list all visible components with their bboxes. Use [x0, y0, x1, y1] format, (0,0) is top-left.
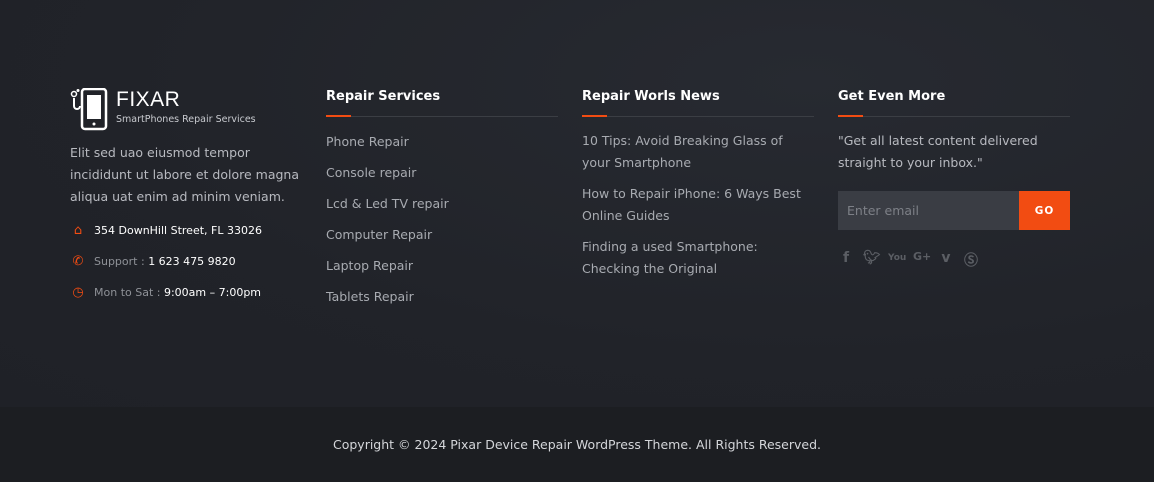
google-plus-icon[interactable]: G+: [913, 250, 931, 270]
news-link[interactable]: 10 Tips: Avoid Breaking Glass of your Sm…: [582, 130, 814, 174]
phone-repair-logo-icon: [70, 88, 108, 131]
service-link[interactable]: Tablets Repair: [326, 285, 558, 316]
news-column: Repair Worls News 10 Tips: Avoid Breakin…: [582, 88, 814, 289]
service-link[interactable]: Lcd & Led TV repair: [326, 192, 558, 223]
vimeo-icon[interactable]: v: [938, 250, 954, 270]
home-icon: ⌂: [73, 223, 83, 238]
go-button[interactable]: GO: [1019, 191, 1070, 230]
newsletter-column: Get Even More "Get all latest content de…: [838, 88, 1070, 270]
address-text: 354 DownHill Street, FL 33026: [94, 224, 262, 237]
service-link[interactable]: Computer Repair: [326, 223, 558, 254]
brand-tagline: SmartPhones Repair Services: [116, 114, 256, 125]
services-column: Repair Services Phone Repair Console rep…: [326, 88, 558, 316]
subscribe-form: GO: [838, 191, 1070, 230]
hours-label: Mon to Sat :: [94, 286, 161, 299]
address-item: ⌂ 354 DownHill Street, FL 33026: [70, 220, 305, 241]
support-number[interactable]: 1 623 475 9820: [148, 255, 235, 268]
logo[interactable]: FIXAR SmartPhones Repair Services: [70, 88, 305, 132]
service-link[interactable]: Console repair: [326, 161, 558, 192]
news-link[interactable]: Finding a used Smartphone: Checking the …: [582, 236, 814, 280]
email-input[interactable]: [838, 191, 1019, 230]
service-link[interactable]: Laptop Repair: [326, 254, 558, 285]
news-link[interactable]: How to Repair iPhone: 6 Ways Best Online…: [582, 183, 814, 227]
copyright-bar: Copyright © 2024 Pixar Device Repair Wor…: [0, 407, 1154, 482]
hours-item: ◷ Mon to Sat : 9:00am – 7:00pm: [70, 282, 305, 303]
newsletter-text: "Get all latest content delivered straig…: [838, 133, 1038, 170]
phone-icon: ✆: [72, 254, 84, 269]
hours-value: 9:00am – 7:00pm: [163, 286, 262, 299]
support-item: ✆ Support : 1 623 475 9820: [70, 251, 305, 272]
youtube-icon[interactable]: You: [888, 250, 906, 270]
footer-main: FIXAR SmartPhones Repair Services Elit s…: [0, 0, 1154, 407]
brand-name: FIXAR: [116, 88, 181, 111]
clock-icon: ◷: [72, 285, 84, 300]
twitter-icon[interactable]: 🐦︎: [863, 250, 881, 270]
facebook-icon[interactable]: f: [838, 250, 854, 270]
copyright-text: Copyright © 2024 Pixar Device Repair Wor…: [332, 437, 822, 452]
skype-icon[interactable]: Ⓢ: [963, 250, 979, 270]
newsletter-heading: Get Even More: [838, 88, 1070, 117]
about-description: Elit sed uao eiusmod tempor incididunt u…: [70, 145, 299, 204]
social-links: f 🐦︎ You G+ v Ⓢ: [838, 250, 1070, 270]
services-heading: Repair Services: [326, 88, 558, 117]
support-label: Support :: [94, 255, 145, 268]
about-column: FIXAR SmartPhones Repair Services Elit s…: [70, 88, 305, 303]
service-link[interactable]: Phone Repair: [326, 130, 558, 161]
news-heading: Repair Worls News: [582, 88, 814, 117]
